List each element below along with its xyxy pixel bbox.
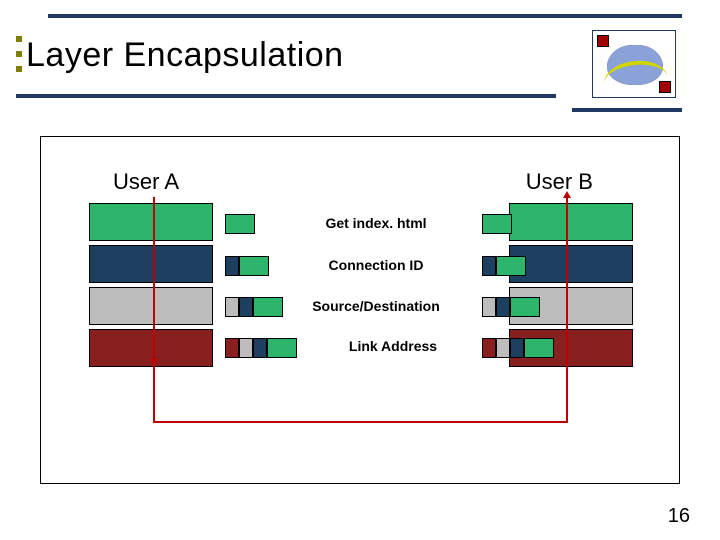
annotation-transport: Connection ID [281,257,471,273]
stack-b-transport [509,245,633,283]
stack-a-transport [89,245,213,283]
packet-a-transport [225,256,269,276]
top-rule [48,14,682,18]
packet-b-application [482,214,512,234]
packet-b-transport [482,256,526,276]
packet-b-network [482,297,540,317]
packet-a-link [225,338,297,358]
stack-b-application [509,203,633,241]
packet-a-network [225,297,283,317]
stack-a [89,203,213,371]
packet-a-application [225,214,255,234]
mid-rule [16,94,556,98]
arrow-a-down-icon [153,197,155,365]
stack-a-application [89,203,213,241]
slide-title: Layer Encapsulation [26,36,344,75]
diagram-frame: User A User B Get index. html Connection [40,136,680,484]
packet-b-link [482,338,554,358]
stack-a-network [89,287,213,325]
user-b-label: User B [526,169,593,195]
wire-arrow-icon [153,421,568,423]
annotation-link: Link Address [313,338,473,354]
network-logo-icon [592,30,676,98]
user-a-label: User A [113,169,179,195]
title-bullet-icon [16,36,22,72]
arrow-b-up-icon [566,197,568,365]
page-number: 16 [668,505,690,528]
annotation-application: Get index. html [281,215,471,231]
annotation-network: Source/Destination [281,298,471,314]
mid-rule-right [572,108,682,112]
